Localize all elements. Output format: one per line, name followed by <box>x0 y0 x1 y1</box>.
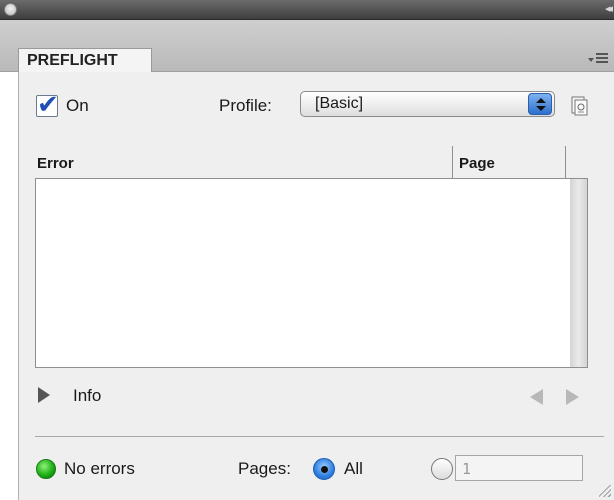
panel-menu-arrow-icon <box>588 58 594 62</box>
error-table-scrollbar[interactable] <box>570 178 588 368</box>
define-profiles-icon[interactable] <box>568 95 590 117</box>
collapse-icon[interactable]: ◂◂ <box>605 2 613 15</box>
hamburger-icon <box>596 53 608 65</box>
resize-grip-icon[interactable] <box>599 485 611 497</box>
column-header-error[interactable]: Error <box>37 155 74 172</box>
select-arrows-icon <box>528 93 552 115</box>
on-label: On <box>66 96 89 115</box>
error-table-header: Error Page <box>35 146 580 178</box>
status-text[interactable]: No errors <box>64 459 135 479</box>
pages-label: Pages: <box>238 459 291 478</box>
previous-error-icon[interactable] <box>530 389 543 405</box>
status-indicator-icon <box>36 459 56 479</box>
pages-range-input[interactable]: 1 <box>455 455 583 481</box>
radio-dot-icon <box>321 466 328 473</box>
close-button[interactable] <box>4 3 17 16</box>
error-table-body[interactable] <box>35 178 571 368</box>
divider <box>35 436 604 437</box>
pages-all-label[interactable]: All <box>344 459 363 479</box>
pages-range-radio[interactable] <box>431 458 453 480</box>
info-label[interactable]: Info <box>73 386 101 406</box>
panel-titlebar: ◂◂ <box>0 0 614 20</box>
column-divider[interactable] <box>452 146 453 178</box>
tab-preflight[interactable]: PREFLIGHT <box>18 48 152 74</box>
next-error-icon[interactable] <box>566 389 579 405</box>
profile-label: Profile: <box>219 96 272 115</box>
panel-menu-icon[interactable] <box>588 53 608 67</box>
on-checkbox[interactable]: ✔ <box>36 90 59 120</box>
profile-select-value: [Basic] <box>315 95 364 112</box>
profile-select[interactable]: [Basic] <box>300 91 555 117</box>
pages-all-radio[interactable] <box>313 458 335 480</box>
panel-tab-strip: PREFLIGHT <box>0 20 614 74</box>
column-header-page[interactable]: Page <box>459 155 495 172</box>
column-divider[interactable] <box>565 146 566 178</box>
info-disclosure-triangle-icon[interactable] <box>38 387 50 403</box>
checkmark-icon: ✔ <box>37 90 59 120</box>
